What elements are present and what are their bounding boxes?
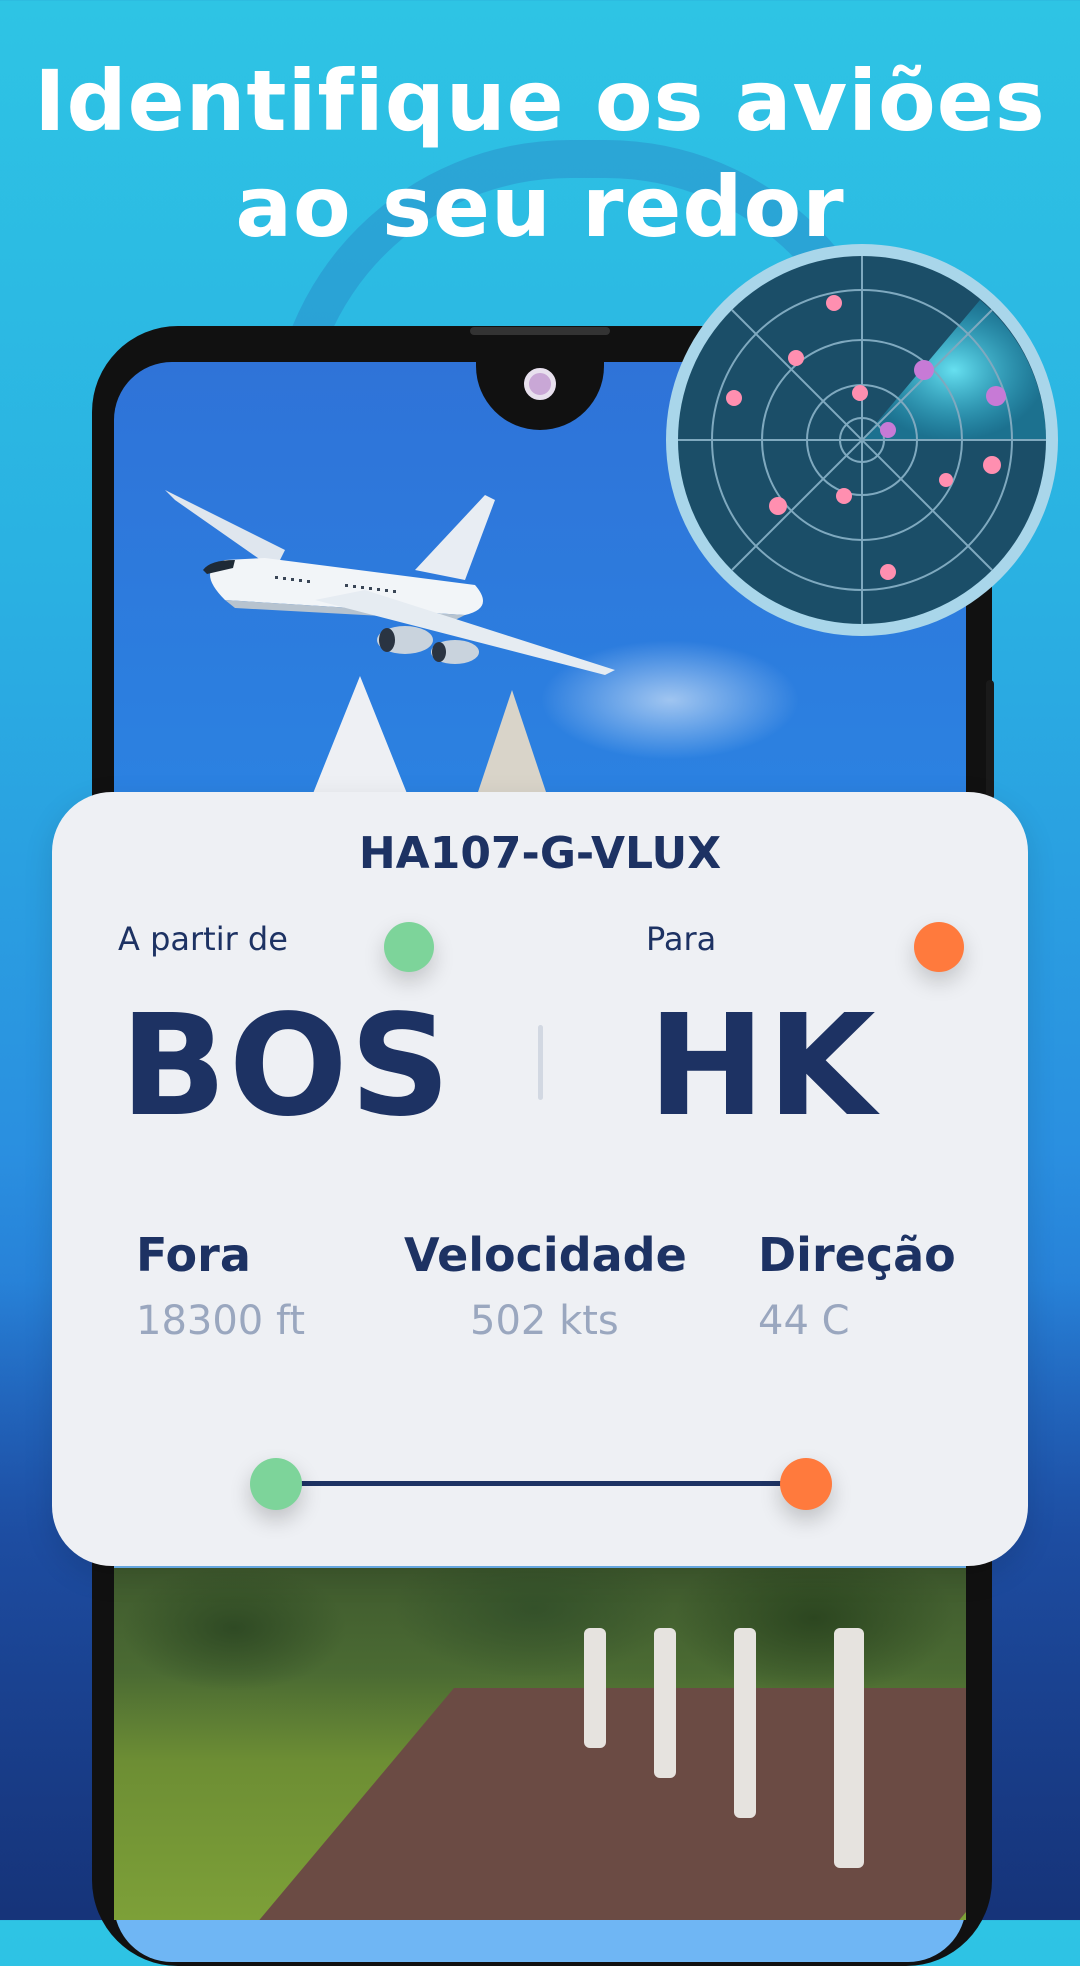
phone-speaker [470, 327, 610, 335]
speed-value: 502 kts [470, 1298, 619, 1344]
origin-airport-code: BOS [120, 985, 453, 1148]
phone-side-button [986, 680, 994, 800]
progress-current-dot[interactable] [780, 1458, 832, 1510]
heading-title: Direção [758, 1228, 956, 1282]
altitude-title: Fora [136, 1228, 251, 1282]
destination-dot [914, 922, 964, 972]
to-label: Para [646, 920, 717, 958]
origin-dot [384, 922, 434, 972]
from-label: A partir de [118, 920, 288, 958]
speed-title: Velocidade [404, 1228, 687, 1282]
flight-progress-track [276, 1481, 804, 1486]
heading-value: 44 C [758, 1298, 850, 1344]
card-pointer [312, 676, 408, 796]
pillar [584, 1628, 606, 1748]
route-divider [538, 1025, 543, 1100]
flight-id: HA107-G-VLUX [358, 828, 722, 879]
radar-icon [666, 244, 1058, 636]
destination-airport-code: HK [648, 985, 878, 1148]
park-scene [114, 1568, 966, 1920]
altitude-value: 18300 ft [136, 1298, 306, 1344]
headline-line-1: Identifique os aviões [34, 52, 1046, 150]
pillar [834, 1628, 864, 1868]
pillar [654, 1628, 676, 1778]
progress-origin-dot [250, 1458, 302, 1510]
headline: Identifique os aviões ao seu redor [0, 48, 1080, 260]
flight-card[interactable] [52, 792, 1028, 1566]
pillar [734, 1628, 756, 1818]
airplane-image [165, 490, 615, 675]
front-camera [524, 368, 556, 400]
